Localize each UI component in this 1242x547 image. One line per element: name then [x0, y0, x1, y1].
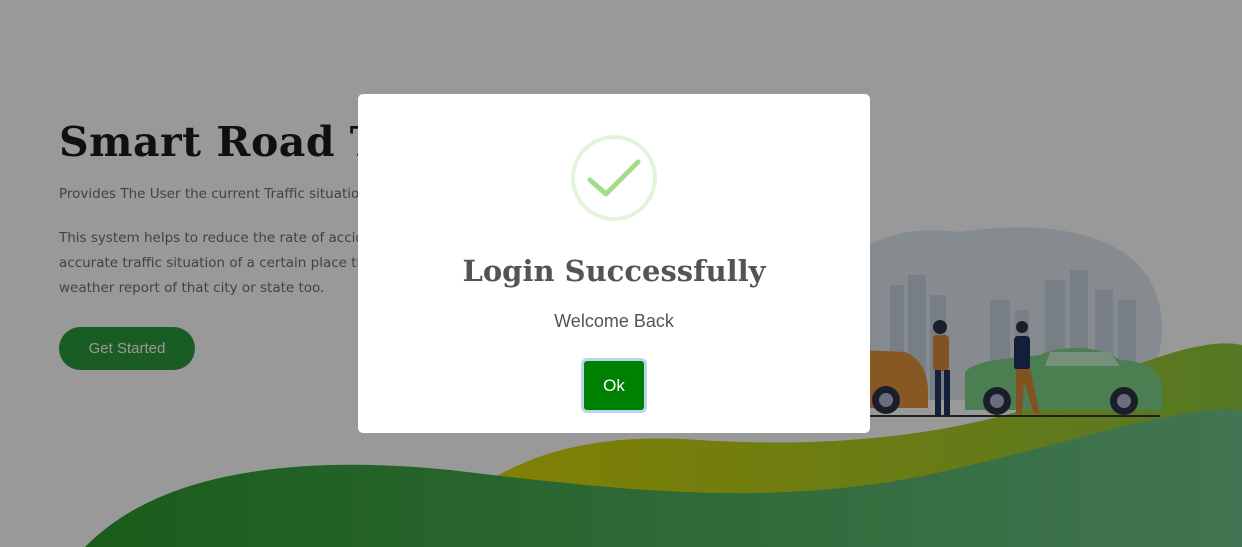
dialog-title: Login Successfully	[462, 254, 766, 288]
ok-button[interactable]: Ok	[584, 361, 644, 410]
dialog-message: Welcome Back	[554, 311, 674, 331]
success-check-icon	[571, 135, 657, 221]
login-success-dialog: Login Successfully Welcome Back Ok	[358, 94, 870, 433]
landing-page: Smart Road Traffic Provides The User the…	[0, 0, 1242, 547]
